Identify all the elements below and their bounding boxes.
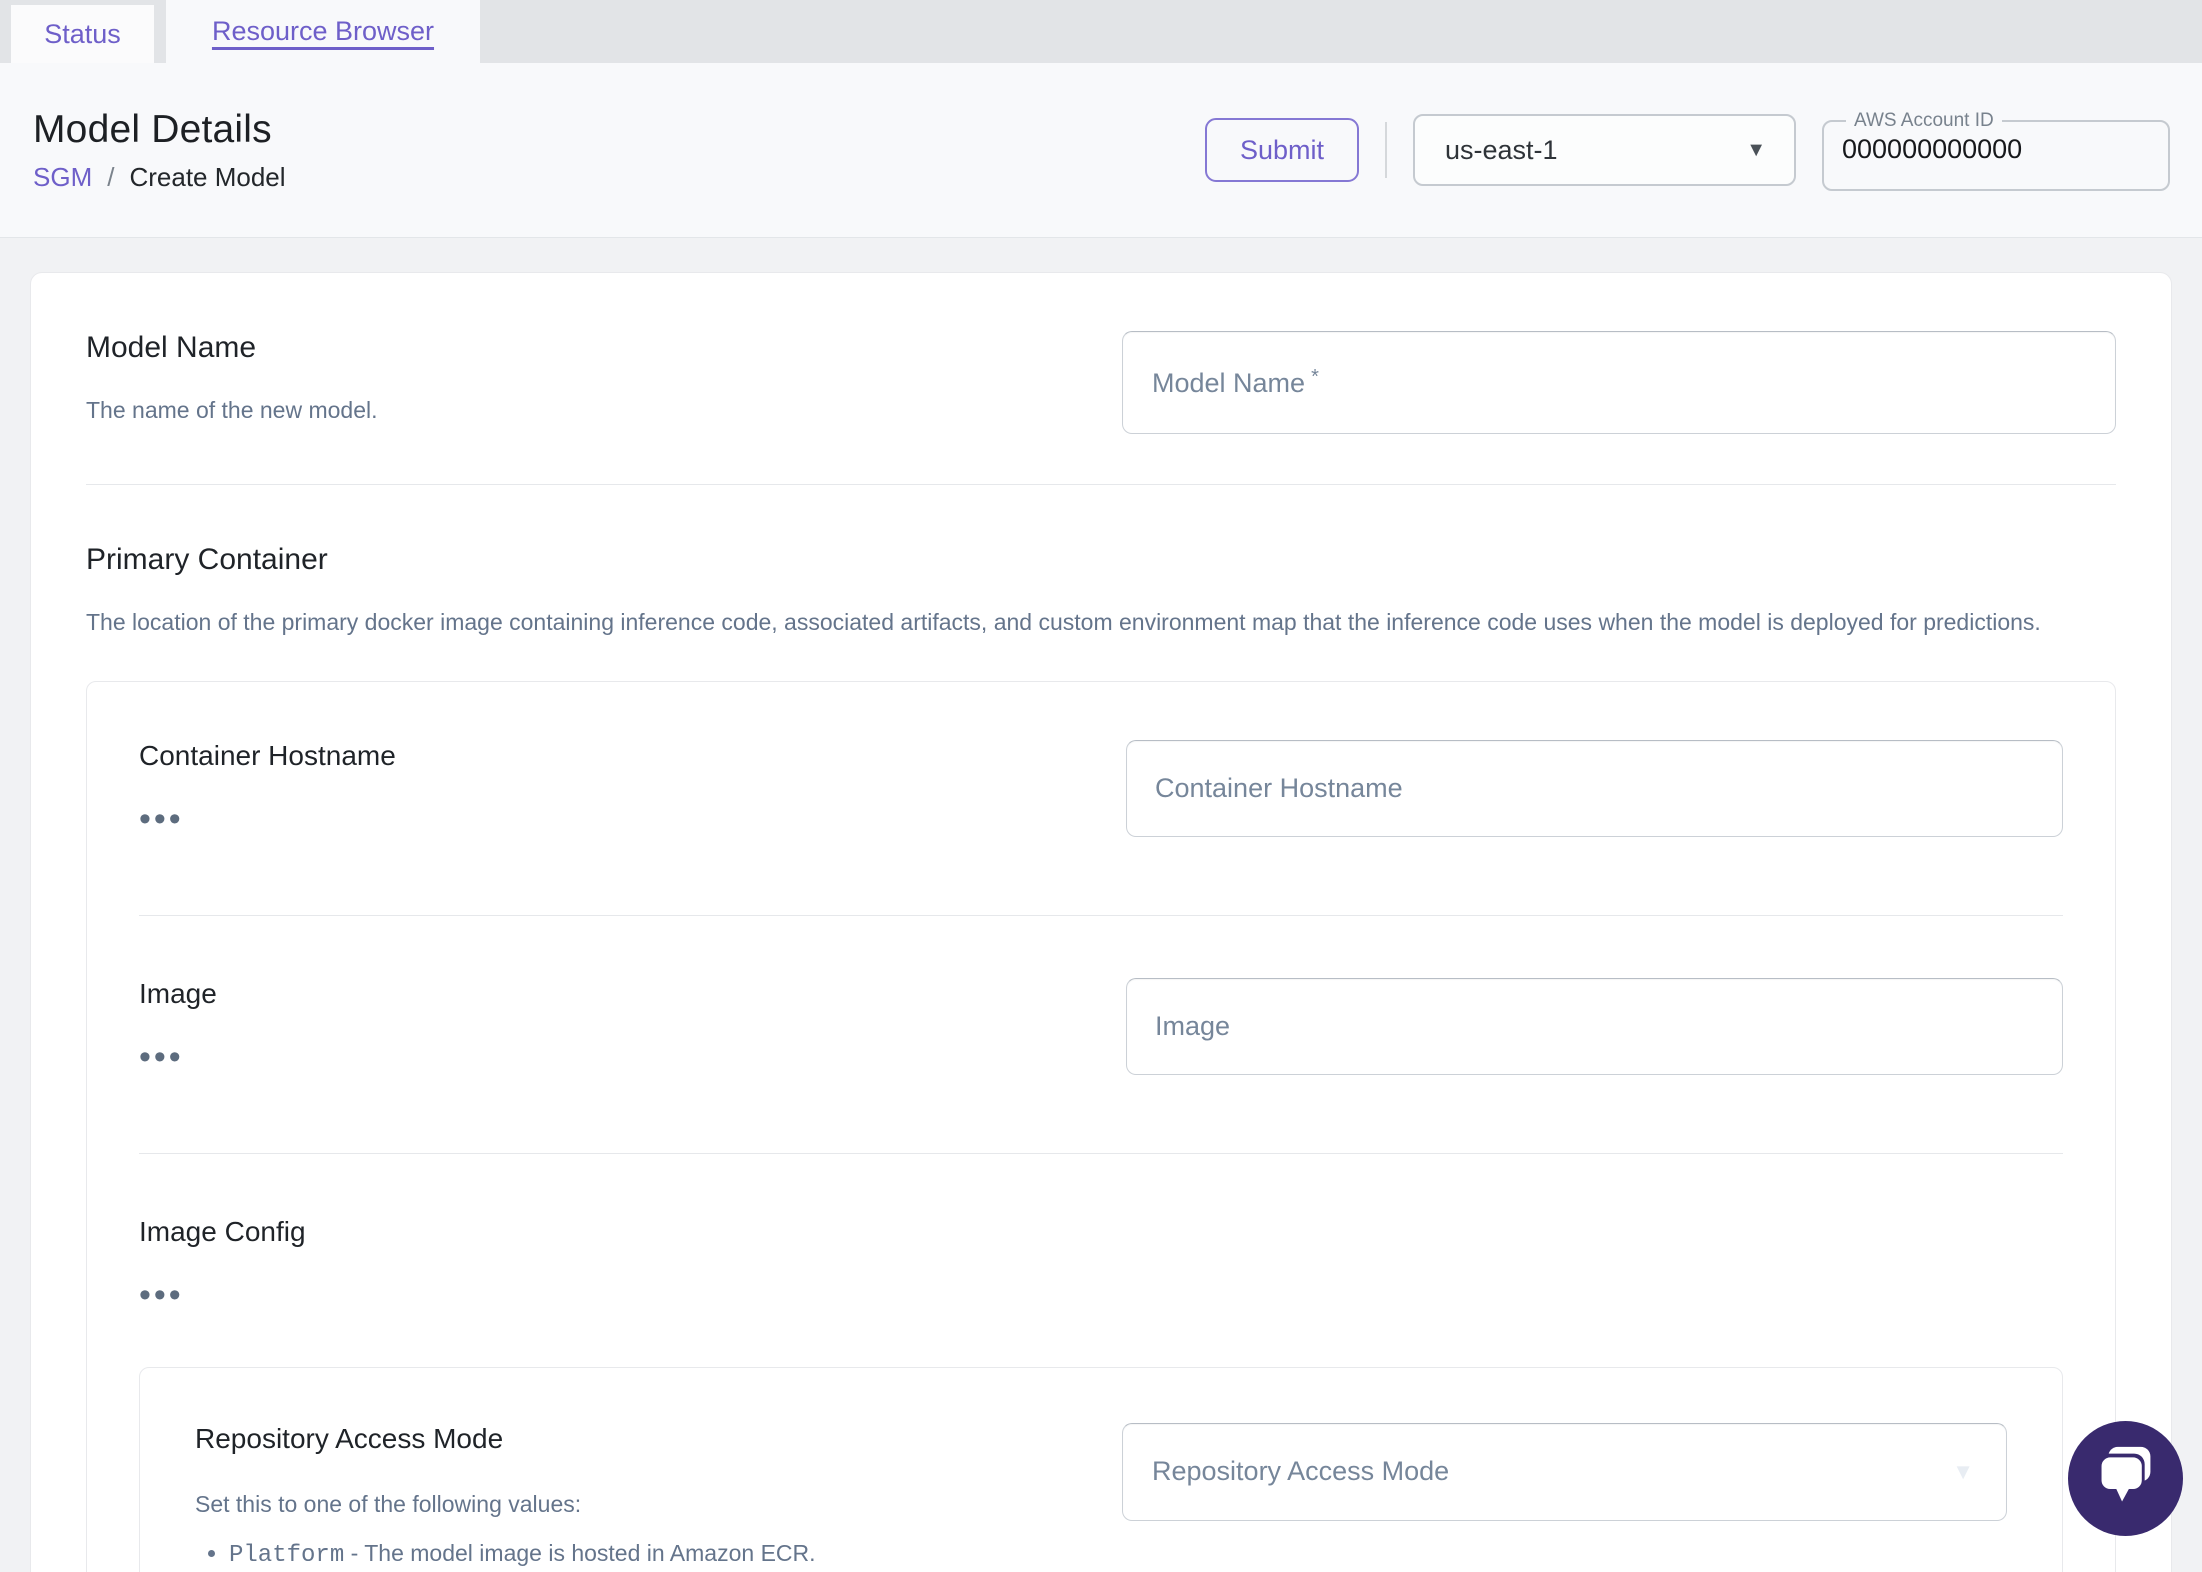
image-config-label: Image Config [139, 1216, 306, 1247]
aws-account-id-input[interactable] [1836, 131, 2156, 175]
ellipsis-toggle-container-hostname[interactable]: ••• [139, 802, 184, 836]
primary-container-card: Container Hostname ••• Image ••• [86, 681, 2116, 1572]
platform-code: Platform [229, 1542, 345, 1569]
model-name-input[interactable]: Model Name * [1122, 331, 2116, 434]
chevron-down-icon: ▼ [1746, 138, 1766, 161]
aws-account-id-label: AWS Account ID [1854, 109, 1994, 131]
page-title: Model Details [33, 107, 272, 151]
model-name-info: Model Name The name of the new model. [86, 331, 378, 434]
row-divider [139, 1153, 2063, 1154]
ellipsis-toggle-image-config[interactable]: ••• [139, 1278, 184, 1312]
repository-access-mode-row: Repository Access Mode Set this to one o… [195, 1423, 2007, 1572]
primary-container-description: The location of the primary docker image… [86, 609, 2041, 635]
chevron-down-icon: ▼ [1952, 1459, 1974, 1484]
model-name-row: Model Name The name of the new model. Mo… [86, 331, 2116, 434]
container-hostname-label: Container Hostname [139, 740, 396, 771]
repository-access-mode-label: Repository Access Mode [195, 1423, 504, 1454]
image-config-card: Repository Access Mode Set this to one o… [139, 1367, 2063, 1572]
title-block: Model Details SGM / Create Model [33, 108, 286, 193]
breadcrumb-sgm-link[interactable]: SGM [33, 162, 92, 193]
breadcrumb-current: Create Model [129, 161, 286, 192]
header-controls: Submit us-east-1 ▼ AWS Account ID [1205, 109, 2170, 191]
model-name-description: The name of the new model. [86, 397, 378, 423]
container-hostname-row: Container Hostname ••• [139, 740, 2063, 837]
chat-widget-button[interactable] [2068, 1421, 2183, 1536]
region-select[interactable]: us-east-1 ▼ [1413, 114, 1796, 186]
tab-status-label: Status [44, 18, 121, 49]
submit-button[interactable]: Submit [1205, 118, 1359, 182]
model-name-label: Model Name [86, 331, 257, 364]
container-hostname-inputbox [1126, 740, 2063, 837]
aws-account-id-field: AWS Account ID [1822, 109, 2170, 191]
header-divider [1385, 122, 1387, 178]
tab-resource-browser[interactable]: Resource Browser [166, 0, 480, 63]
tab-bar: Status Resource Browser [0, 0, 2202, 63]
repository-access-mode-placeholder: Repository Access Mode [1152, 1455, 1450, 1486]
content-area: Model Name The name of the new model. Mo… [0, 238, 2202, 1572]
image-label: Image [139, 978, 217, 1009]
chat-bubbles-icon [2068, 1421, 2183, 1536]
list-item: Platform - The model image is hosted in … [229, 1535, 984, 1572]
image-inputbox [1126, 978, 2063, 1075]
region-select-value: us-east-1 [1445, 134, 1558, 165]
tab-status[interactable]: Status [11, 5, 154, 63]
section-divider [86, 484, 2116, 485]
primary-container-heading: Primary Container [86, 543, 328, 576]
model-details-card: Model Name The name of the new model. Mo… [30, 272, 2172, 1572]
breadcrumb: SGM / Create Model [33, 162, 286, 193]
repository-access-mode-options-list: Platform - The model image is hosted in … [195, 1535, 984, 1572]
image-row: Image ••• [139, 978, 2063, 1075]
page-header: Model Details SGM / Create Model Submit … [0, 63, 2202, 238]
breadcrumb-separator: / [107, 161, 115, 192]
repository-access-mode-description: Set this to one of the following values: [195, 1491, 582, 1517]
repository-access-mode-select[interactable]: Repository Access Mode ▼ [1122, 1423, 2007, 1521]
container-hostname-input[interactable] [1127, 741, 2062, 836]
tab-resource-browser-label: Resource Browser [211, 16, 435, 46]
ellipsis-toggle-image[interactable]: ••• [139, 1040, 184, 1074]
row-divider [139, 915, 2063, 916]
image-input[interactable] [1127, 979, 2062, 1074]
